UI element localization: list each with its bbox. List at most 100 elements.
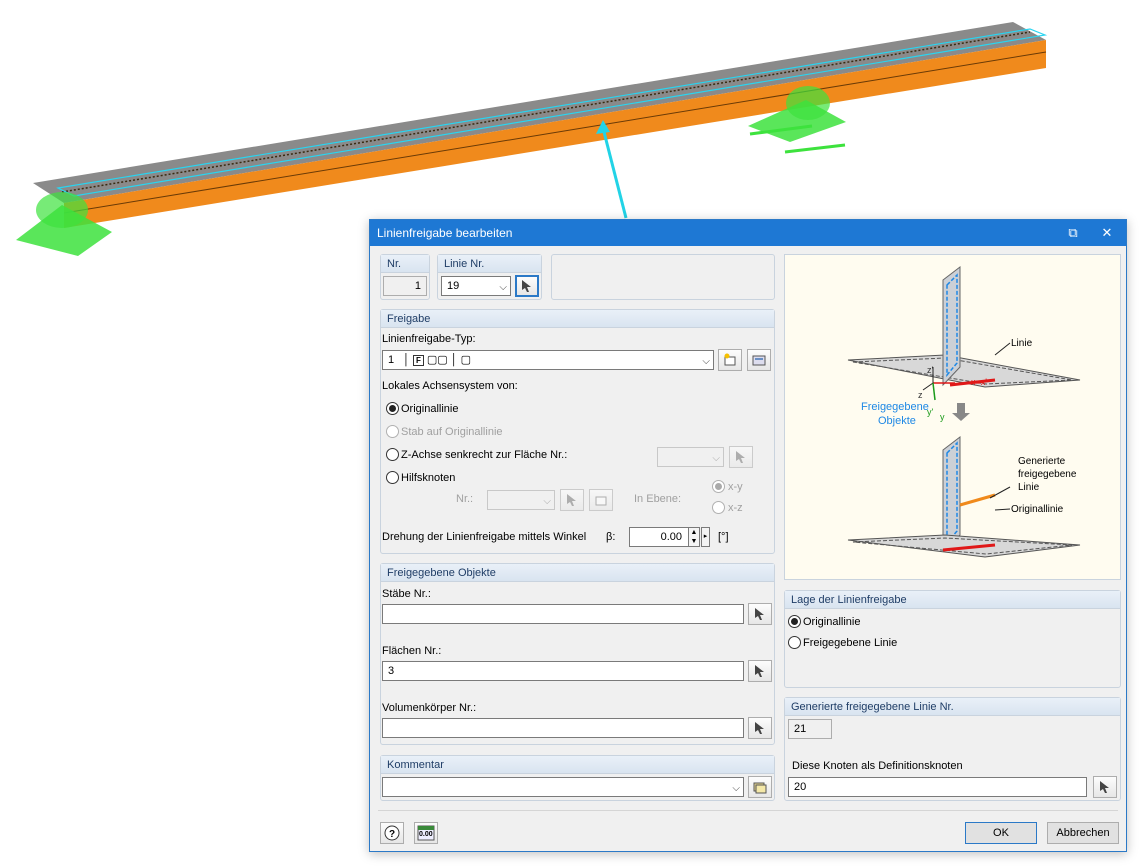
kommentar-library-button[interactable] <box>748 776 772 798</box>
pointer-pick-icon <box>755 665 764 677</box>
pick-knoten-button[interactable] <box>1093 776 1117 798</box>
radio-originallinie[interactable] <box>386 402 399 415</box>
ebene-label: In Ebene: <box>634 493 682 505</box>
pointer-pick-icon <box>1100 781 1109 793</box>
knoten-input[interactable]: 20 <box>788 777 1087 797</box>
help-icon: ? <box>384 825 400 841</box>
objekte-group: Freigegebene Objekte Stäbe Nr.: Flächen … <box>380 563 775 745</box>
new-item-icon <box>595 496 607 506</box>
lage-freigegeben-label: Freigegebene Linie <box>803 637 898 649</box>
radio-xz[interactable] <box>712 501 725 514</box>
kommentar-group: Kommentar ⌵ <box>380 755 775 801</box>
fig-axis-z1: z' <box>927 365 934 375</box>
illustration-panel: Linie x=x' z' z y' y Freigegebene Objekt… <box>784 254 1121 580</box>
achs-label: Lokales Achsensystem von: <box>382 380 518 392</box>
nr-label: Nr. <box>381 255 429 273</box>
chevron-down-icon: ⌵ <box>543 496 551 507</box>
staebe-label: Stäbe Nr.: <box>382 588 431 600</box>
pick-line-button[interactable] <box>515 275 539 297</box>
fig-axis-y2: y <box>940 412 945 422</box>
objekte-header: Freigegebene Objekte <box>381 564 774 582</box>
xy-label: x-y <box>728 481 743 493</box>
dialog-title: Linienfreigabe bearbeiten <box>377 226 513 240</box>
typ-select[interactable]: 1 │ F ▢▢ │ ▢ ⌵ <box>382 350 714 370</box>
cancel-button[interactable]: Abbrechen <box>1047 822 1119 844</box>
linie-group: Linie Nr. 19 ⌵ <box>437 254 542 300</box>
pointer-arrow <box>601 127 628 219</box>
beta-input[interactable]: 0.00 <box>629 527 689 547</box>
pick-surfaces-button[interactable] <box>748 660 772 682</box>
ok-button[interactable]: OK <box>965 822 1037 844</box>
zero-label: 0.00 <box>419 831 433 838</box>
beta-spinner[interactable]: ▲ ▼ <box>688 527 700 547</box>
radio-stab[interactable] <box>386 425 399 438</box>
radio-hilfsknoten[interactable] <box>386 471 399 484</box>
close-icon[interactable]: ✕ <box>1092 220 1122 246</box>
library-icon <box>753 782 767 794</box>
fig-axis-x: x=x' <box>971 377 987 387</box>
fig-freigegebene-2: Objekte <box>878 415 916 427</box>
fig-gen-1: Generierte <box>1018 456 1066 467</box>
linie-select[interactable]: 19 ⌵ <box>441 276 511 296</box>
stab-label: Stab auf Originallinie <box>401 426 503 438</box>
radio-zachse[interactable] <box>386 448 399 461</box>
pick-members-button[interactable] <box>748 603 772 625</box>
lage-original-label: Originallinie <box>803 616 861 628</box>
pick-solids-button[interactable] <box>748 717 772 739</box>
radio-xy[interactable] <box>712 480 725 493</box>
beta-unit: [°] <box>718 531 729 543</box>
fig-gen-3: Linie <box>1018 482 1040 493</box>
empty-group <box>551 254 775 300</box>
generiert-line-field: 21 <box>788 719 832 739</box>
flaeche-select[interactable]: ⌵ <box>657 447 724 467</box>
release-type-icons: │ F ▢▢ │ ▢ <box>403 354 472 366</box>
chevron-down-icon: ⌵ <box>499 282 507 293</box>
pointer-pick-icon <box>755 608 764 620</box>
kommentar-select[interactable]: ⌵ <box>382 777 744 797</box>
radio-lage-original[interactable] <box>788 615 801 628</box>
beam-edge <box>63 51 1047 214</box>
svg-text:?: ? <box>389 829 395 840</box>
generiert-header: Generierte freigegebene Linie Nr. <box>785 698 1120 716</box>
restore-icon[interactable]: ⧉ <box>1058 220 1088 246</box>
zachse-label: Z-Achse senkrecht zur Fläche Nr.: <box>401 449 568 461</box>
beta-menu-arrow[interactable]: ▸ <box>701 527 710 547</box>
fig-linie-label: Linie <box>1011 338 1033 349</box>
flaechen-input[interactable]: 3 <box>382 661 744 681</box>
knoten-label: Diese Knoten als Definitionsknoten <box>792 760 963 772</box>
fig-freigegebene-1: Freigegebene <box>861 401 929 413</box>
zero-values-button[interactable]: 0.00 <box>414 822 438 844</box>
volumen-input[interactable] <box>382 718 744 738</box>
linie-label: Linie Nr. <box>438 255 541 273</box>
pointer-pick-icon <box>755 722 764 734</box>
pick-node-button[interactable] <box>560 489 584 511</box>
fig-axis-z2: z <box>918 390 923 400</box>
line-release-illustration: Linie x=x' z' z y' y Freigegebene Objekt… <box>847 265 1081 558</box>
fig-gen-2: freigegebene <box>1018 469 1077 480</box>
footer-separator <box>378 810 1118 811</box>
pointer-pick-icon <box>522 280 531 292</box>
hilf-node-select[interactable]: ⌵ <box>487 490 555 510</box>
pointer-pick-icon <box>736 451 745 463</box>
volumen-label: Volumenkörper Nr.: <box>382 702 477 714</box>
chevron-down-icon: ⌵ <box>702 356 710 367</box>
originallinie-label: Originallinie <box>401 403 459 415</box>
edit-type-button[interactable] <box>747 349 771 371</box>
beam-front-face <box>64 40 1046 228</box>
radio-lage-freigegeben[interactable] <box>788 636 801 649</box>
pick-surface-button[interactable] <box>729 446 753 468</box>
generiert-group: Generierte freigegebene Linie Nr. 21 Die… <box>784 697 1121 801</box>
nr-group: Nr. 1 <box>380 254 430 300</box>
lage-group: Lage der Linienfreigabe Originallinie Fr… <box>784 590 1121 688</box>
linie-value: 19 <box>447 280 460 292</box>
staebe-input[interactable] <box>382 604 744 624</box>
fig-originallinie: Originallinie <box>1011 504 1064 515</box>
edit-item-icon <box>752 355 766 366</box>
new-node-button[interactable] <box>589 489 613 511</box>
xz-label: x-z <box>728 502 743 514</box>
kommentar-header: Kommentar <box>381 756 774 774</box>
help-button[interactable]: ? <box>380 822 404 844</box>
new-type-button[interactable] <box>718 349 742 371</box>
drehung-label: Drehung der Linienfreigabe mittels Winke… <box>382 531 587 543</box>
typ-value: 1 <box>388 354 395 366</box>
